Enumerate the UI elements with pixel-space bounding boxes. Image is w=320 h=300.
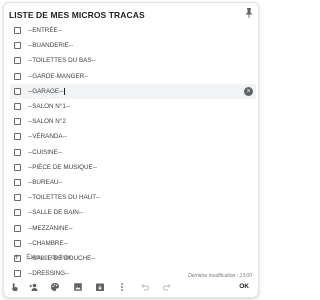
list-item-label[interactable]: --SALON N°2 [28, 118, 66, 125]
list-item[interactable]: --TOILETTES DU BAS-- [10, 53, 256, 68]
list-item[interactable]: --TOILETTES DU HAUT-- [10, 190, 256, 205]
more-vert-icon[interactable] [117, 282, 127, 292]
checkbox[interactable] [14, 270, 21, 278]
list-item[interactable]: --BUANDERIE-- [10, 38, 256, 53]
list-item[interactable]: --ENTRÉE-- [10, 23, 256, 38]
add-list-item[interactable]: + Élément de liste [14, 253, 71, 262]
list-item[interactable]: --VÉRANDA-- [10, 129, 256, 144]
archive-icon[interactable] [95, 282, 105, 292]
plus-icon: + [14, 252, 20, 262]
last-modified: Dernière modification : 13:00 [188, 273, 252, 279]
undo-icon[interactable] [140, 282, 150, 292]
checkbox[interactable] [14, 103, 21, 111]
list-item[interactable]: --SALON N°2 [10, 114, 256, 129]
list-item-label[interactable]: --GARDE-MANGER-- [28, 73, 89, 80]
image-icon[interactable] [73, 282, 83, 292]
checkbox[interactable] [14, 118, 21, 126]
checkbox[interactable] [14, 209, 21, 217]
pin-icon[interactable] [245, 8, 253, 18]
add-list-item-label: Élément de liste [26, 254, 72, 261]
note-toolbar: OK [0, 281, 262, 295]
checkbox[interactable] [14, 148, 21, 156]
list-item[interactable]: --MEZZANINE-- [10, 220, 256, 235]
note-title[interactable]: LISTE DE MES MICROS TRACAS [9, 10, 145, 20]
checkbox[interactable] [14, 72, 21, 80]
checkbox[interactable] [14, 133, 21, 141]
list-item[interactable]: --PIÈCE DE MUSIQUE-- [10, 160, 256, 175]
checkbox[interactable] [14, 27, 21, 35]
checkbox[interactable] [14, 194, 21, 202]
checkbox[interactable] [14, 224, 21, 232]
list-item-label[interactable]: --BUANDERIE-- [28, 42, 73, 49]
list-item-label[interactable]: --PIÈCE DE MUSIQUE-- [28, 164, 97, 171]
list-item-label[interactable]: --GARAGE-- [28, 87, 65, 95]
ok-button[interactable]: OK [239, 283, 249, 290]
list-item-label[interactable]: --DRESSING-- [28, 270, 69, 277]
checklist: --ENTRÉE-- --BUANDERIE-- --TOILETTES DU … [10, 23, 256, 281]
checkbox[interactable] [14, 178, 21, 186]
list-item[interactable]: --CHAMBRE-- [10, 236, 256, 251]
checkbox[interactable] [14, 239, 21, 247]
list-item-label[interactable]: --ENTRÉE-- [28, 27, 62, 34]
checkbox[interactable] [14, 87, 21, 95]
checkbox[interactable] [14, 163, 21, 171]
list-item-label[interactable]: --MEZZANINE-- [28, 225, 73, 232]
list-item[interactable]: --CUISINE-- [10, 145, 256, 160]
list-item-label[interactable]: --CUISINE-- [28, 149, 62, 156]
add-collaborator-icon[interactable] [29, 282, 39, 292]
checkbox[interactable] [14, 57, 21, 65]
list-item-label[interactable]: --VÉRANDA-- [28, 133, 67, 140]
list-item-label[interactable]: --TOILETTES DU HAUT-- [28, 194, 100, 201]
list-item[interactable]: --SALON N°1-- [10, 99, 256, 114]
list-item-label[interactable]: --CHAMBRE-- [28, 240, 68, 247]
checkbox[interactable] [14, 42, 21, 50]
text-cursor [64, 87, 65, 95]
note-card: LISTE DE MES MICROS TRACAS --ENTRÉE-- --… [3, 2, 259, 298]
list-item[interactable]: --GARDE-MANGER-- [10, 69, 256, 84]
list-item-label[interactable]: --TOILETTES DU BAS-- [28, 57, 96, 64]
hand-point-icon[interactable] [10, 282, 20, 292]
list-item[interactable]: --BUREAU-- [10, 175, 256, 190]
list-item[interactable]: --SALLE DE BAIN-- [10, 205, 256, 220]
list-item-label[interactable]: --BUREAU-- [28, 179, 63, 186]
redo-icon[interactable] [162, 282, 172, 292]
list-item-active[interactable]: --GARAGE-- × [10, 83, 256, 99]
list-item-label[interactable]: --SALLE DE BAIN-- [28, 209, 83, 216]
list-item-label[interactable]: --SALON N°1-- [28, 103, 70, 110]
clear-item-icon[interactable]: × [244, 86, 253, 96]
palette-icon[interactable] [50, 282, 60, 292]
